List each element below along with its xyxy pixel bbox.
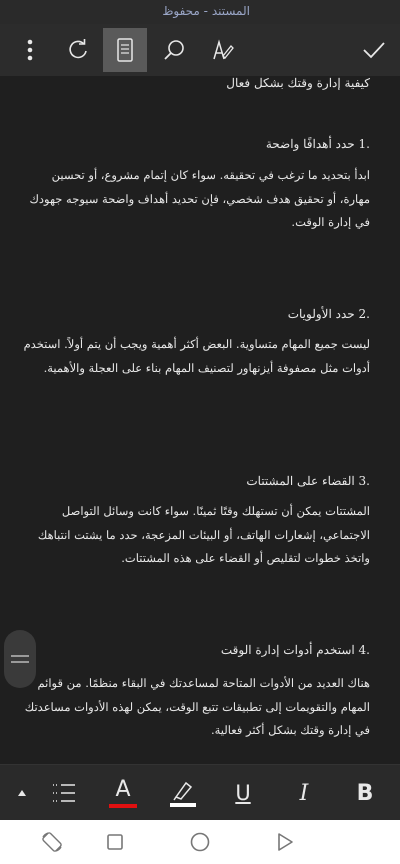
redo-icon — [69, 39, 87, 59]
section-3-heading: .3 القضاء على المشتتات — [246, 474, 370, 488]
drag-handle-icon — [11, 651, 29, 667]
top-toolbar — [0, 24, 400, 76]
mobile-view-icon — [117, 38, 133, 62]
recents-icon — [107, 834, 123, 850]
rotate-button[interactable] — [38, 828, 66, 856]
mobile-view-button[interactable] — [103, 28, 147, 72]
underline-label: U — [235, 781, 251, 805]
caret-up-icon — [18, 790, 26, 796]
check-icon — [363, 42, 385, 59]
section-4-body: هناك العديد من الأدوات المتاحة لمساعدتك … — [24, 676, 370, 737]
highlighter-icon — [173, 781, 193, 801]
section-2-heading: .2 حدد الأولويات — [287, 307, 370, 321]
bold-label: B — [356, 780, 374, 806]
done-button[interactable] — [352, 28, 396, 72]
redo-button[interactable] — [56, 28, 100, 72]
draw-button[interactable] — [201, 28, 245, 72]
section-1-body: ابدأ بتحديد ما ترغب في تحقيقه. سواء كان … — [29, 168, 370, 229]
document-intro: كيفية إدارة وقتك بشكل فعال — [226, 76, 370, 90]
recents-button[interactable] — [101, 828, 129, 856]
format-toolbar: A U I B — [0, 764, 400, 821]
more-vert-icon — [27, 39, 33, 61]
section-1-heading: .1 حدد أهدافًا واضحة — [265, 137, 370, 151]
section-4-heading: .4 استخدم أدوات إدارة الوقت — [220, 643, 370, 657]
highlight-swatch — [170, 803, 196, 807]
bold-button[interactable]: B — [343, 771, 387, 815]
back-button[interactable] — [271, 828, 299, 856]
document-canvas[interactable]: كيفية إدارة وقتك بشكل فعال .1 حدد أهدافً… — [0, 76, 400, 764]
search-icon — [164, 40, 184, 60]
list-button[interactable] — [42, 771, 86, 815]
highlight-button[interactable] — [161, 771, 205, 815]
font-color-button[interactable]: A — [101, 771, 145, 815]
search-button[interactable] — [152, 28, 196, 72]
section-2-body: ليست جميع المهام متساوية. البعض أكثر أهم… — [23, 337, 370, 375]
italic-label: I — [299, 780, 309, 806]
section-3-body: المشتتات يمكن أن تستهلك وقتًا ثمينًا. سو… — [37, 504, 370, 565]
font-color-label: A — [115, 776, 131, 802]
scroll-handle[interactable] — [4, 630, 36, 688]
expand-toolbar-button[interactable] — [2, 771, 42, 815]
italic-button[interactable]: I — [282, 771, 326, 815]
font-color-swatch — [109, 803, 137, 808]
home-icon — [190, 832, 210, 852]
rotate-icon — [42, 832, 62, 852]
underline-button[interactable]: U — [221, 771, 265, 815]
more-options-button[interactable] — [8, 28, 52, 72]
draw-icon — [213, 39, 234, 60]
document-title: المستند - محفوظ — [162, 4, 250, 18]
back-icon — [278, 833, 293, 851]
list-icon — [53, 784, 75, 802]
home-button[interactable] — [186, 828, 214, 856]
system-nav-bar — [0, 820, 400, 864]
title-bar: المستند - محفوظ — [0, 0, 400, 24]
